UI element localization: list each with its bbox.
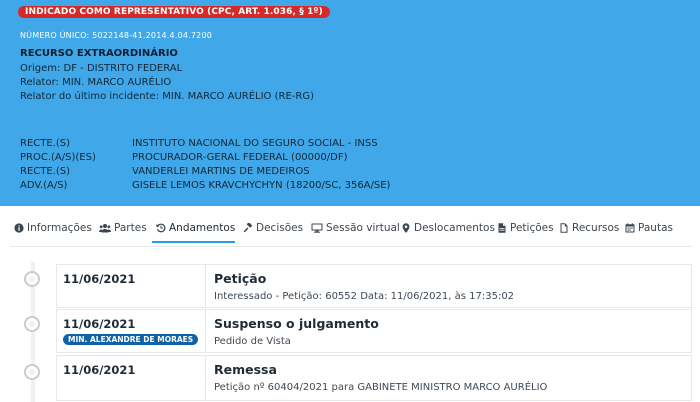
card-divider <box>205 265 206 307</box>
calendar-icon <box>625 223 635 233</box>
party-name: PROCURADOR-GERAL FEDERAL (00000/DF) <box>132 152 348 163</box>
tab-label: Pautas <box>638 222 673 234</box>
tab-decisoes[interactable]: Decisões <box>243 222 303 234</box>
file-icon <box>560 223 568 233</box>
andamento-card[interactable]: 11/06/2021 MIN. ALEXANDRE DE MORAES Susp… <box>56 309 692 353</box>
desktop-icon <box>311 223 323 233</box>
info-circle-icon <box>14 223 24 233</box>
representative-badge: INDICADO COMO REPRESENTATIVO (CPC, ART. … <box>18 6 330 18</box>
card-divider <box>205 356 206 400</box>
tab-deslocamentos[interactable]: Deslocamentos <box>401 222 495 234</box>
andamento-description: Pedido de Vista <box>214 336 291 347</box>
process-header: INDICADO COMO REPRESENTATIVO (CPC, ART. … <box>0 0 700 206</box>
tab-label: Sessão virtual <box>326 222 400 234</box>
party-role: ADV.(A/S) <box>20 180 68 191</box>
andamento-title: Remessa <box>214 362 277 377</box>
andamento-title: Petição <box>214 271 267 286</box>
timeline-node <box>24 316 40 332</box>
relator: Relator: MIN. MARCO AURÉLIO <box>20 77 172 88</box>
party-row: RECTE.(S) VANDERLEI MARTINS DE MEDEIROS <box>20 166 310 177</box>
tab-label: Decisões <box>256 222 304 234</box>
tabs-divider <box>10 246 692 247</box>
timeline-node <box>24 271 40 287</box>
andamento-card[interactable]: 11/06/2021 Petição Interessado - Petição… <box>56 264 692 308</box>
tab-recursos[interactable]: Recursos <box>559 222 619 234</box>
party-role: PROC.(A/S)(ES) <box>20 152 96 163</box>
users-icon <box>99 224 111 233</box>
tab-informacoes[interactable]: Informações <box>14 222 92 234</box>
minister-badge: MIN. ALEXANDRE DE MORAES <box>63 334 199 345</box>
history-icon <box>156 223 166 233</box>
process-tabs: Informações Partes Andamentos Decisões S… <box>0 218 700 244</box>
party-name: VANDERLEI MARTINS DE MEDEIROS <box>132 166 310 177</box>
timeline-node <box>24 364 40 380</box>
tab-pautas[interactable]: Pautas <box>625 222 673 234</box>
tab-label: Andamentos <box>169 222 236 234</box>
card-divider <box>205 310 206 352</box>
gavel-icon <box>243 223 253 233</box>
andamento-card[interactable]: 11/06/2021 Remessa Petição nº 60404/2021… <box>56 355 692 401</box>
active-tab-indicator <box>152 241 235 243</box>
andamento-title: Suspenso o julgamento <box>214 316 379 331</box>
origem: Origem: DF - DISTRITO FEDERAL <box>20 63 183 74</box>
relator-incidente: Relator do último incidente: MIN. MARCO … <box>20 91 314 102</box>
tab-label: Recursos <box>572 222 620 234</box>
tab-label: Petições <box>510 222 554 234</box>
numero-unico: NÚMERO ÚNICO: 5022148-41.2014.4.04.7200 <box>20 31 213 40</box>
tab-label: Partes <box>114 222 147 234</box>
party-row: RECTE.(S) INSTITUTO NACIONAL DO SEGURO S… <box>20 138 378 149</box>
tab-peticoes[interactable]: Petições <box>497 222 554 234</box>
party-name: GISELE LEMOS KRAVCHYCHYN (18200/SC, 356A… <box>132 180 391 191</box>
tab-label: Informações <box>27 222 92 234</box>
andamento-date: 11/06/2021 <box>63 363 136 377</box>
process-class: RECURSO EXTRAORDINÁRIO <box>20 48 178 59</box>
tab-sessao-virtual[interactable]: Sessão virtual <box>311 222 400 234</box>
tab-andamentos[interactable]: Andamentos <box>156 222 235 234</box>
party-role: RECTE.(S) <box>20 166 71 177</box>
andamento-date: 11/06/2021 <box>63 272 136 286</box>
tab-partes[interactable]: Partes <box>99 222 147 234</box>
party-name: INSTITUTO NACIONAL DO SEGURO SOCIAL - IN… <box>132 138 378 149</box>
andamento-date: 11/06/2021 <box>63 317 136 331</box>
andamento-description: Petição nº 60404/2021 para GABINETE MINI… <box>214 382 548 393</box>
file-pdf-icon <box>498 223 506 233</box>
andamento-description: Interessado - Petição: 60552 Data: 11/06… <box>214 291 515 302</box>
tab-label: Deslocamentos <box>414 222 495 234</box>
map-marker-icon <box>402 223 410 233</box>
party-row: PROC.(A/S)(ES) PROCURADOR-GERAL FEDERAL … <box>20 152 347 163</box>
party-role: RECTE.(S) <box>20 138 71 149</box>
party-row: ADV.(A/S) GISELE LEMOS KRAVCHYCHYN (1820… <box>20 180 390 191</box>
